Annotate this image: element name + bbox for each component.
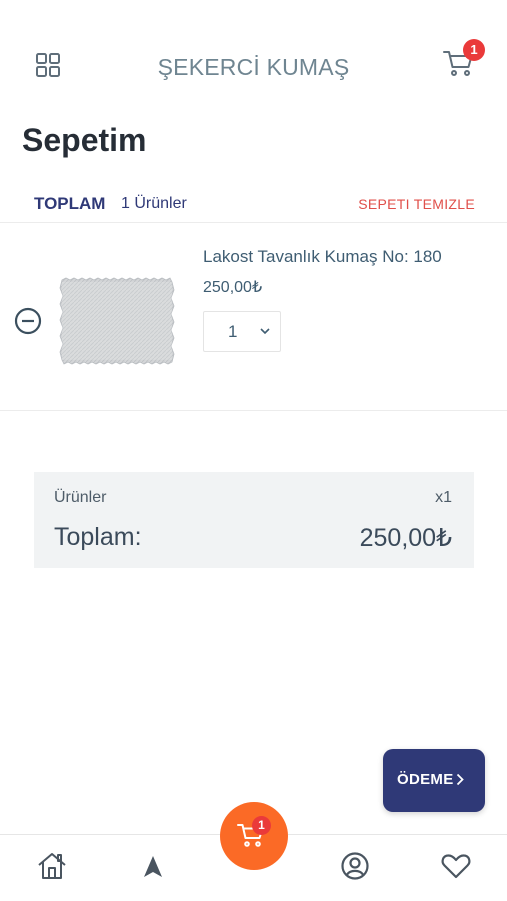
- header-cart-button[interactable]: 1: [441, 39, 485, 81]
- quantity-value: 1: [228, 322, 238, 341]
- chevron-down-icon: [260, 328, 270, 335]
- brand-title: ŞEKERCİ KUMAŞ: [157, 54, 350, 80]
- checkout-button[interactable]: ÖDEME: [383, 749, 485, 812]
- heart-icon: [441, 854, 471, 879]
- items-count: x1: [435, 489, 452, 506]
- remove-item-button[interactable]: [14, 307, 42, 335]
- total-value: 250,00₺: [359, 524, 452, 552]
- product-price: 250,00₺: [203, 279, 263, 296]
- nav-account[interactable]: [338, 849, 372, 883]
- order-summary-box: Ürünler x1 Toplam: 250,00₺: [34, 472, 474, 568]
- nav-navigate[interactable]: [136, 849, 170, 883]
- user-circle-icon: [341, 852, 369, 880]
- summary-item-count: 1 Ürünler: [121, 195, 187, 212]
- cart-count-badge: 1: [463, 39, 485, 61]
- product-name[interactable]: Lakost Tavanlık Kumaş No: 180: [203, 247, 442, 267]
- nav-favorites[interactable]: [439, 849, 473, 883]
- total-label: Toplam:: [54, 523, 142, 551]
- minus-circle-icon: [14, 307, 42, 335]
- product-image[interactable]: [58, 270, 178, 370]
- home-icon: [38, 853, 66, 879]
- checkout-label: ÖDEME: [397, 771, 454, 788]
- bottom-cart-count-badge: 1: [252, 816, 271, 835]
- nav-cart-button[interactable]: 1: [220, 802, 288, 870]
- nav-home[interactable]: [35, 849, 69, 883]
- divider: [0, 410, 507, 411]
- items-label: Ürünler: [54, 489, 107, 506]
- chevron-right-icon: [456, 773, 464, 786]
- summary-label: TOPLAM: [34, 194, 106, 213]
- quantity-select[interactable]: 1: [203, 311, 281, 352]
- clear-cart-button[interactable]: SEPETI TEMIZLE: [358, 196, 475, 212]
- divider: [0, 222, 507, 223]
- navigation-arrow-icon: [144, 856, 162, 877]
- page-title: Sepetim: [22, 122, 147, 158]
